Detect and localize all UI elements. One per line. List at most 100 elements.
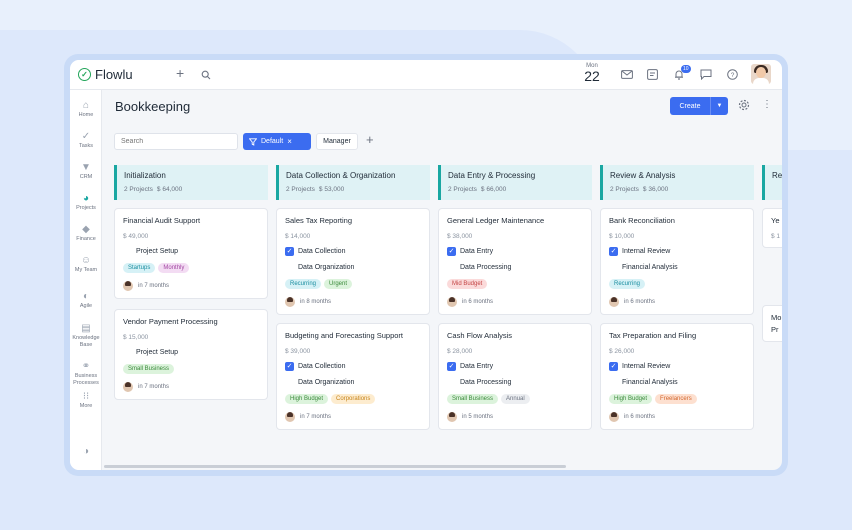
due-date: in 5 months <box>462 414 494 420</box>
checkbox-empty-icon[interactable] <box>123 348 132 357</box>
task-item[interactable]: Data Organization <box>285 378 421 387</box>
tag-badge[interactable]: Corporations <box>331 394 376 404</box>
tag-badge[interactable]: Annual <box>501 394 530 404</box>
column-header[interactable]: Review & Analysis 2 Projects $ 36,000 <box>600 165 754 200</box>
avatar[interactable] <box>447 412 457 422</box>
avatar[interactable] <box>285 297 295 307</box>
checkbox-checked-icon[interactable]: ✓ <box>609 247 618 256</box>
search-icon[interactable] <box>201 70 211 80</box>
horizontal-scrollbar[interactable] <box>102 464 782 470</box>
column-header[interactable]: Data Entry & Processing 2 Projects $ 66,00… <box>438 165 592 200</box>
manager-filter-button[interactable]: Manager <box>316 133 358 150</box>
sidebar-item-finance[interactable]: ◆ Finance <box>70 224 102 243</box>
checkbox-empty-icon[interactable] <box>123 247 132 256</box>
close-icon[interactable]: × <box>287 137 292 146</box>
search-input[interactable] <box>114 133 238 150</box>
checkbox-checked-icon[interactable]: ✓ <box>447 362 456 371</box>
checkbox-empty-icon[interactable] <box>447 263 456 272</box>
project-card[interactable]: Sales Tax Reporting $ 14,000 ✓ Data Collect… <box>276 208 430 315</box>
add-filter-icon[interactable]: + <box>366 132 374 147</box>
project-card[interactable]: Vendor Payment Processing $ 15,000 Project… <box>114 309 268 400</box>
create-button[interactable]: Create ▼ <box>670 97 728 115</box>
column-header[interactable]: Re <box>762 165 782 200</box>
avatar[interactable] <box>123 382 133 392</box>
tag-badge[interactable]: Urgent <box>324 279 353 289</box>
tag-badge[interactable]: High Budget <box>609 394 653 404</box>
checkbox-checked-icon[interactable]: ✓ <box>285 362 294 371</box>
task-item[interactable]: Project Setup <box>123 247 259 256</box>
task-item[interactable]: Financial Analysis <box>609 378 745 387</box>
sidebar-item-tasks[interactable]: ✓ Tasks <box>70 131 102 150</box>
tag-badge[interactable]: Monthly <box>158 263 190 273</box>
task-item[interactable]: ✓ Data Collection <box>285 362 421 371</box>
avatar[interactable] <box>609 412 619 422</box>
tag-badge[interactable]: Mid Budget <box>447 279 488 289</box>
task-label: Data Processing <box>460 264 512 271</box>
tag-badge[interactable]: Startups <box>123 263 156 273</box>
card-footer: in 7 months <box>123 382 259 392</box>
task-item[interactable]: ✓ Internal Review <box>609 362 745 371</box>
sidebar-item-projects[interactable]: ◕ Projects <box>70 193 102 212</box>
tag-badge[interactable]: High Budget <box>285 394 329 404</box>
checkbox-empty-icon[interactable] <box>609 263 618 272</box>
help-icon[interactable]: ? <box>727 69 738 80</box>
chat-bubble-icon[interactable]: ◑ <box>70 446 102 458</box>
project-card[interactable]: Mo Pr <box>762 305 782 342</box>
avatar[interactable] <box>285 412 295 422</box>
project-card[interactable]: Bank Reconciliation $ 10,000 ✓ Internal Rev… <box>600 208 754 315</box>
chevron-down-icon[interactable]: ▼ <box>711 103 728 109</box>
avatar[interactable] <box>609 297 619 307</box>
checkbox-empty-icon[interactable] <box>447 378 456 387</box>
sidebar-item-home[interactable]: ⌂ Home <box>70 100 102 119</box>
tag-badge[interactable]: Recurring <box>609 279 646 289</box>
project-card[interactable]: Budgeting and Forecasting Support $ 39,00… <box>276 323 430 430</box>
sidebar-item-business-processes[interactable]: ⚭ Business Processes <box>70 361 102 387</box>
checkbox-checked-icon[interactable]: ✓ <box>447 247 456 256</box>
gear-icon[interactable] <box>738 99 750 111</box>
plus-icon[interactable]: + <box>176 66 184 80</box>
notes-icon[interactable] <box>647 69 658 80</box>
project-card[interactable]: Ye $ 1 <box>762 208 782 248</box>
project-card[interactable]: Cash Flow Analysis $ 28,000 ✓ Data Entry Dat… <box>438 323 592 430</box>
sidebar-item-crm[interactable]: ▼ CRM <box>70 162 102 181</box>
task-item[interactable]: ✓ Data Entry <box>447 362 583 371</box>
task-label: Project Setup <box>136 349 179 356</box>
column-amount: $ 66,000 <box>480 186 507 193</box>
task-item[interactable]: Project Setup <box>123 348 259 357</box>
chat-icon[interactable] <box>700 69 712 80</box>
column-header[interactable]: Data Collection & Organization 2 Projects… <box>276 165 430 200</box>
task-item[interactable]: Data Processing <box>447 378 583 387</box>
column-header[interactable]: Initialization 2 Projects $ 64,000 <box>114 165 268 200</box>
task-item[interactable]: Data Organization <box>285 263 421 272</box>
task-item[interactable]: ✓ Data Collection <box>285 247 421 256</box>
tag-badge[interactable]: Recurring <box>285 279 322 289</box>
project-card[interactable]: Financial Audit Support $ 49,000 Project S… <box>114 208 268 299</box>
project-card[interactable]: Tax Preparation and Filing $ 26,000 ✓ Inter… <box>600 323 754 430</box>
task-item[interactable]: ✓ Data Entry <box>447 247 583 256</box>
date-widget[interactable]: Mon 22 <box>581 63 603 83</box>
sidebar-item-knowledge-base[interactable]: ▤ Knowledge Base <box>70 323 102 349</box>
tag-badge[interactable]: Freelancers <box>655 394 697 404</box>
sidebar-item-agile[interactable]: ◐ Agile <box>70 291 102 310</box>
checkbox-checked-icon[interactable]: ✓ <box>285 247 294 256</box>
checkbox-checked-icon[interactable]: ✓ <box>609 362 618 371</box>
project-card[interactable]: General Ledger Maintenance $ 38,000 ✓ Data … <box>438 208 592 315</box>
user-avatar[interactable] <box>751 64 771 84</box>
task-item[interactable]: Financial Analysis <box>609 263 745 272</box>
checkbox-empty-icon[interactable] <box>285 263 294 272</box>
mail-icon[interactable] <box>621 70 633 79</box>
filter-default-button[interactable]: Default × <box>243 133 311 150</box>
sidebar-item-more[interactable]: ⁝⁝ More <box>70 391 102 410</box>
tag-badge[interactable]: Small Business <box>123 364 175 374</box>
task-item[interactable]: Data Processing <box>447 263 583 272</box>
avatar[interactable] <box>123 281 133 291</box>
more-vertical-icon[interactable]: ⋮ <box>762 99 772 110</box>
app-logo[interactable]: ✓ Flowlu <box>78 67 133 82</box>
avatar[interactable] <box>447 297 457 307</box>
sidebar-item-my-team[interactable]: ☺ My Team <box>70 255 102 274</box>
tag-badge[interactable]: Small Business <box>447 394 499 404</box>
column-summary: 2 Projects $ 66,000 <box>448 186 585 193</box>
checkbox-empty-icon[interactable] <box>285 378 294 387</box>
checkbox-empty-icon[interactable] <box>609 378 618 387</box>
task-item[interactable]: ✓ Internal Review <box>609 247 745 256</box>
